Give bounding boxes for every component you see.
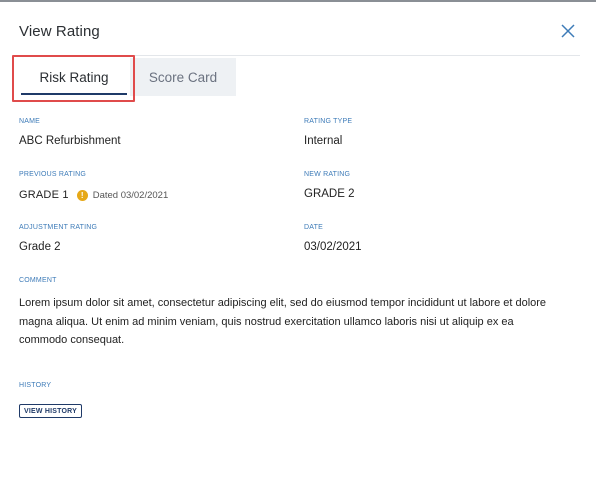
- previous-rating-value: GRADE 1: [19, 189, 69, 201]
- previous-rating-row: GRADE 1 ! Dated 03/02/2021: [19, 188, 168, 202]
- tab-risk-rating[interactable]: Risk Rating: [18, 58, 130, 96]
- previous-rating-label: PREVIOUS RATING: [19, 171, 87, 178]
- comment-text: Lorem ipsum dolor sit amet, consectetur …: [19, 297, 547, 346]
- rating-tabs: Risk Rating Score Card: [18, 58, 236, 96]
- close-button[interactable]: [560, 23, 576, 39]
- close-icon: [561, 24, 575, 38]
- comment-label: COMMENT: [19, 277, 57, 284]
- history-label: HISTORY: [19, 382, 52, 389]
- new-rating-label: NEW RATING: [304, 171, 351, 178]
- name-value: ABC Refurbishment: [19, 135, 121, 147]
- adjustment-rating-label: ADJUSTMENT RATING: [19, 224, 98, 231]
- info-icon[interactable]: !: [76, 189, 88, 201]
- rating-type-label: RATING TYPE: [304, 118, 353, 125]
- previous-rating-dated: Dated 03/02/2021: [92, 189, 169, 201]
- dialog-title: View Rating: [19, 23, 100, 40]
- new-rating-value: GRADE 2: [304, 188, 355, 200]
- view-rating-dialog: View Rating Risk Rating Score Card NAME …: [0, 2, 596, 477]
- active-tab-underline: [21, 93, 127, 95]
- dialog-header: View Rating: [18, 20, 580, 56]
- date-label: DATE: [304, 224, 323, 231]
- adjustment-rating-value: Grade 2: [19, 241, 61, 253]
- name-label: NAME: [19, 118, 41, 125]
- tab-score-card-label: Score Card: [148, 69, 218, 85]
- tab-risk-rating-label: Risk Rating: [39, 69, 109, 85]
- date-value: 03/02/2021: [304, 241, 362, 253]
- tab-score-card[interactable]: Score Card: [130, 58, 236, 96]
- rating-type-value: Internal: [304, 135, 343, 147]
- view-history-button[interactable]: VIEW HISTORY: [19, 404, 82, 418]
